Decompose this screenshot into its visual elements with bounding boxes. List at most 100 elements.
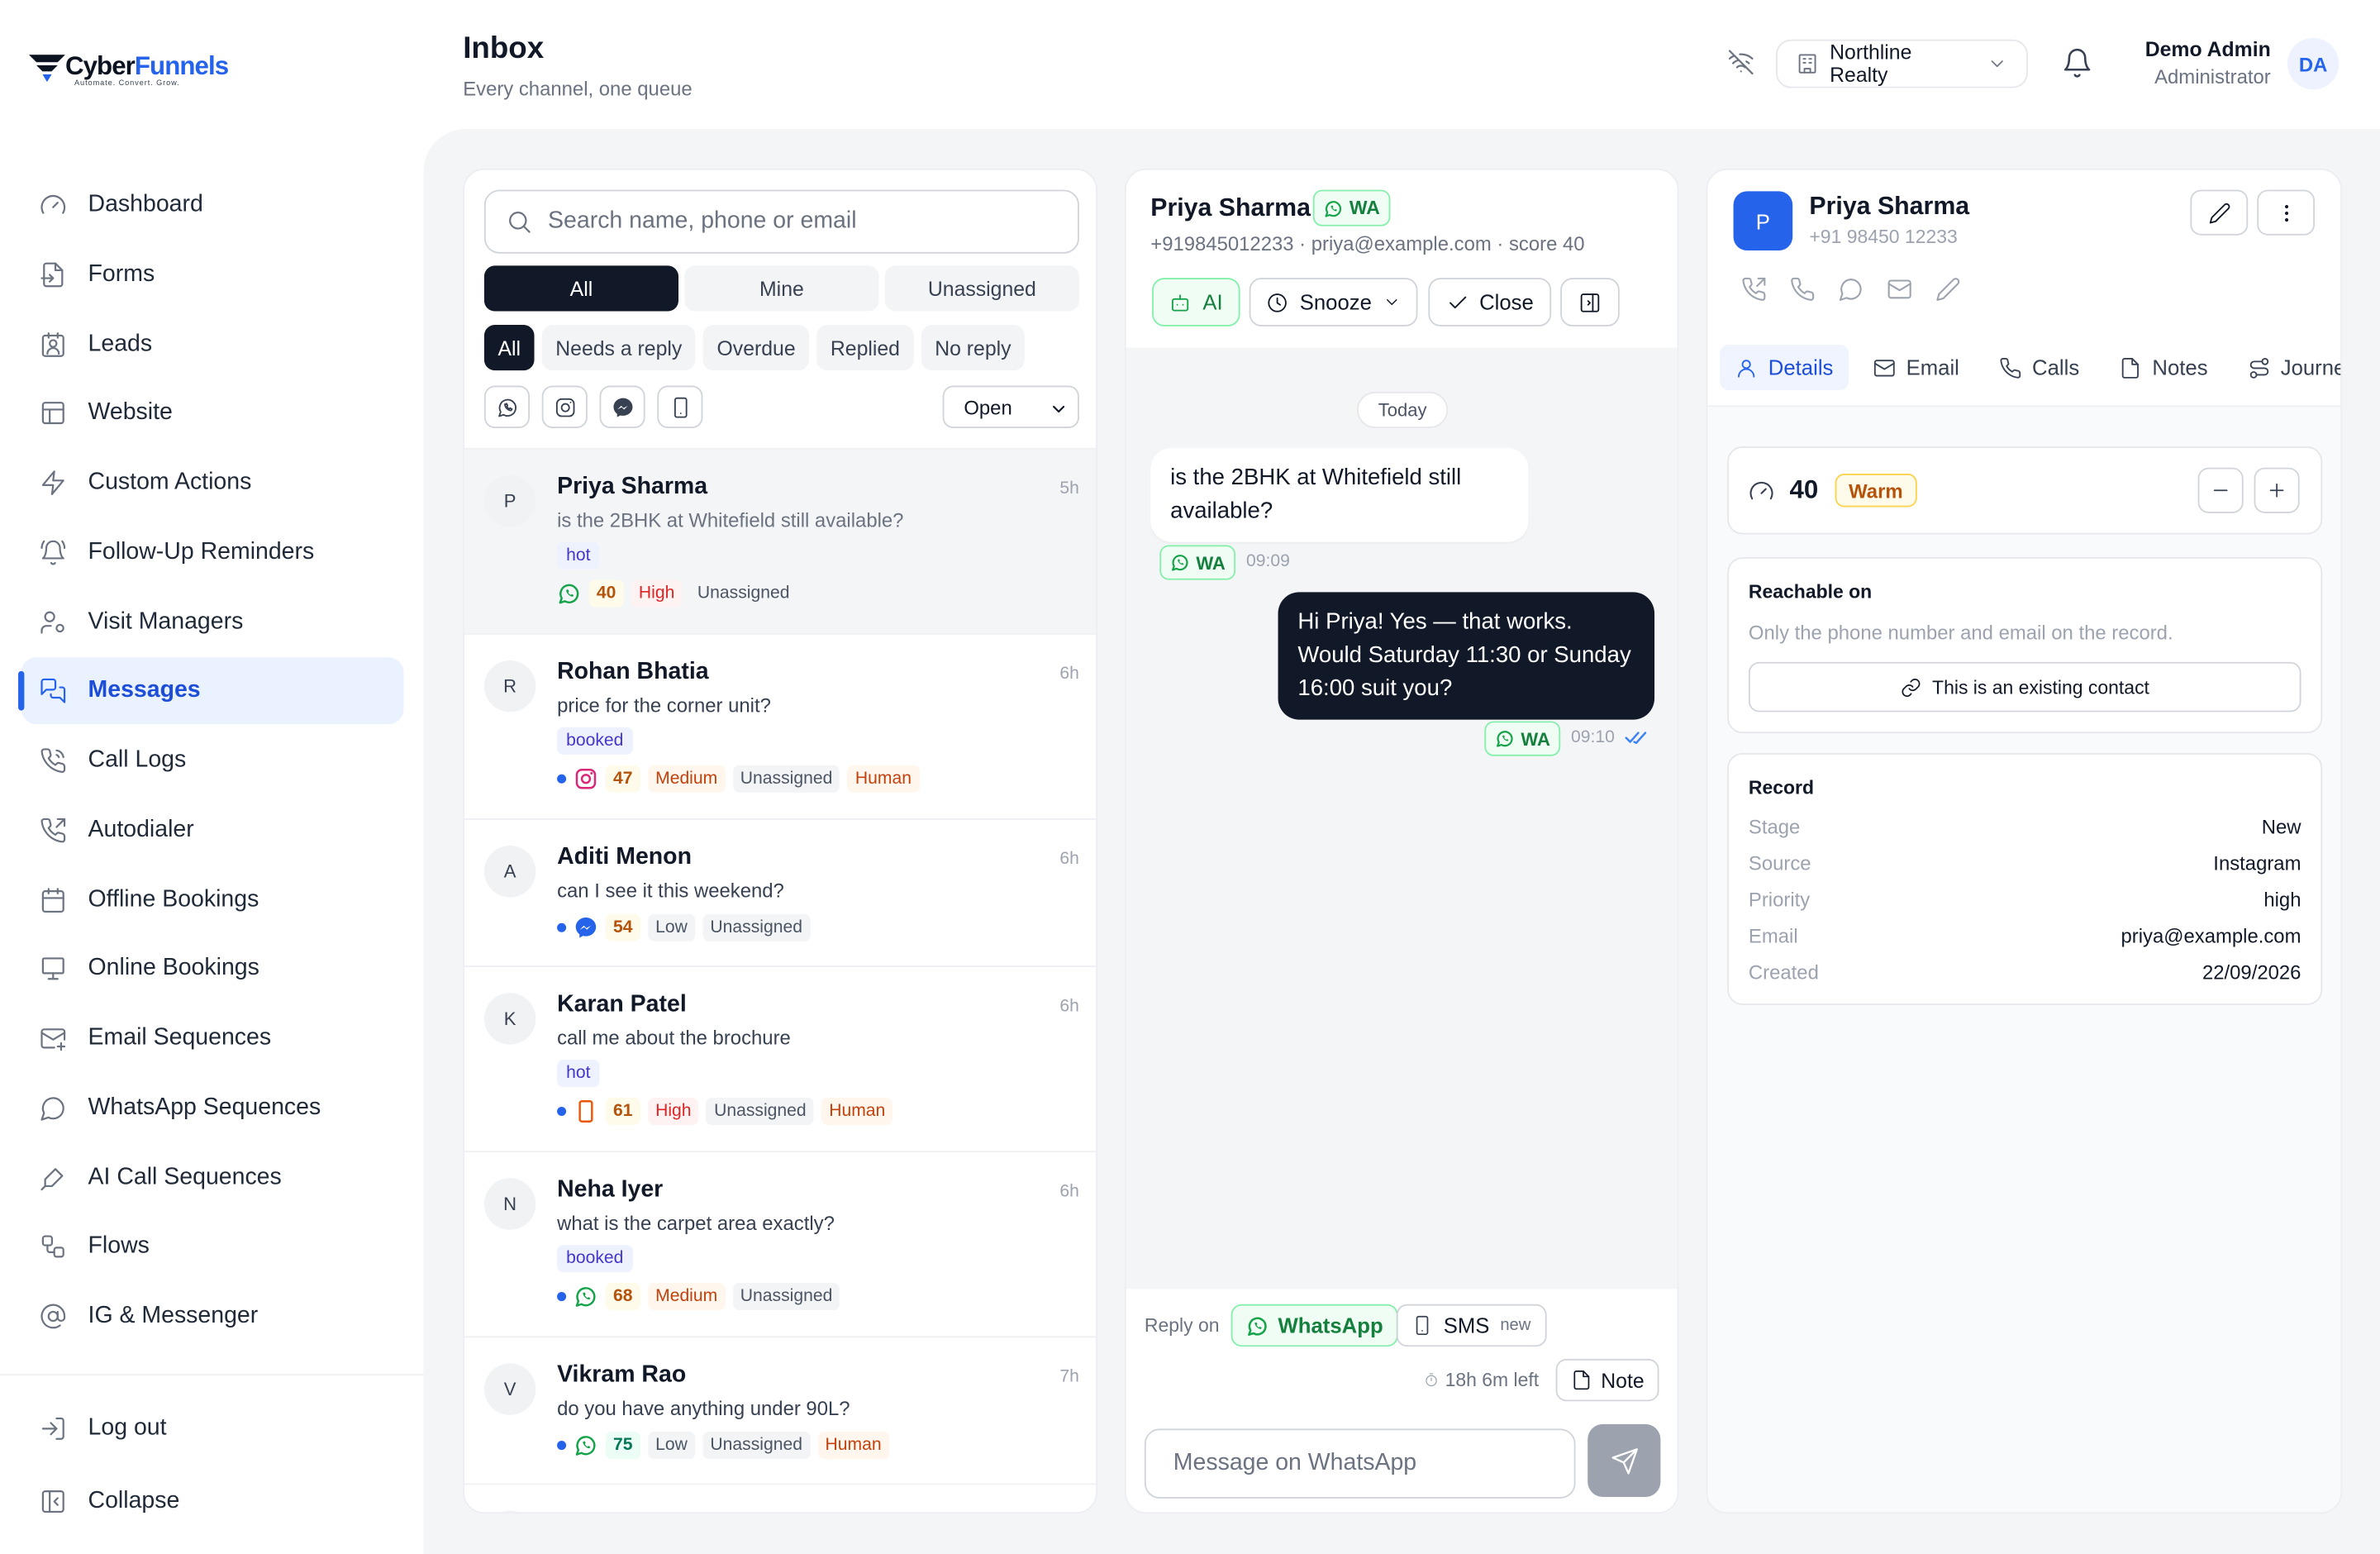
message-input[interactable]: Message on WhatsApp (1144, 1428, 1576, 1499)
user-role: Administrator (2154, 64, 2271, 88)
tab-journey[interactable]: Journey (2232, 345, 2341, 390)
sidebar-item-ai-call-sequences[interactable]: AI Call Sequences (21, 1144, 404, 1211)
reply-channel-whatsapp[interactable]: WhatsApp (1230, 1304, 1399, 1347)
conversation-time: 7h (1059, 1367, 1079, 1386)
conversation-meta: 68 Medium Unassigned (557, 1283, 840, 1311)
user-name: Demo Admin (2144, 37, 2271, 61)
lead-score-card: 40 Warm (1727, 446, 2323, 535)
reachable-card: Reachable on Only the phone number and e… (1727, 557, 2323, 734)
channel-filter-whatsapp[interactable] (483, 385, 531, 428)
reply-channel-sms[interactable]: SMS new (1396, 1304, 1546, 1347)
sidebar-item-whatsapp-sequences[interactable]: WhatsApp Sequences (21, 1075, 404, 1142)
tab-mine[interactable]: Mine (684, 265, 879, 312)
filter-replied[interactable]: Replied (816, 325, 914, 371)
increase-score-button[interactable] (2254, 467, 2300, 513)
sidebar-item-label: Flows (88, 1232, 150, 1260)
message-time: 09:10 (1571, 728, 1615, 747)
sidebar-item-custom-actions[interactable]: Custom Actions (21, 450, 404, 517)
note-button[interactable]: Note (1555, 1358, 1659, 1402)
sidebar-item-call-logs[interactable]: Call Logs (21, 727, 404, 794)
conversation-item[interactable]: P Priya Sharma 5h is the 2BHK at Whitefi… (464, 447, 1097, 633)
filter-needs-reply[interactable]: Needs a reply (541, 325, 696, 371)
chat-bubble-icon[interactable] (1838, 276, 1864, 302)
sidebar-item-offline-bookings[interactable]: Offline Bookings (21, 866, 404, 933)
logout-button[interactable]: Log out (21, 1395, 404, 1462)
conversation-item[interactable]: R Rohan Bhatia 6h price for the corner u… (464, 632, 1097, 818)
toggle-panel-button[interactable] (1560, 278, 1620, 327)
sidebar-item-online-bookings[interactable]: Online Bookings (21, 936, 404, 1003)
conversation-item-partial[interactable] (464, 1483, 1097, 1513)
assignee-badge: Unassigned (697, 584, 790, 603)
tab-notes[interactable]: Notes (2104, 345, 2223, 390)
tab-email[interactable]: Email (1858, 345, 1974, 390)
org-switcher[interactable]: Northline Realty (1775, 39, 2028, 88)
filter-all[interactable]: All (483, 325, 535, 371)
conversation-time: 6h (1059, 665, 1079, 684)
sidebar-item-ig-messenger[interactable]: IG & Messenger (21, 1283, 404, 1350)
tab-unassigned[interactable]: Unassigned (884, 265, 1079, 312)
conversation-item[interactable]: N Neha Iyer 6h what is the carpet area e… (464, 1151, 1097, 1336)
sidebar-item-follow-up-reminders[interactable]: Follow-Up Reminders (21, 519, 404, 586)
record-value: Instagram (2213, 851, 2301, 875)
contact-icon (41, 331, 64, 356)
ai-toggle-button[interactable]: AI (1152, 278, 1240, 327)
snooze-button[interactable]: Snooze (1249, 278, 1418, 327)
sidebar-item-leads[interactable]: Leads (21, 311, 404, 378)
reply-sms-label: SMS (1443, 1313, 1490, 1338)
conversation-item[interactable]: K Karan Patel 6h call me about the broch… (464, 965, 1097, 1151)
filter-no-reply[interactable]: No reply (921, 325, 1026, 371)
record-card: Record Stage New Source Instagram Priority… (1727, 753, 2323, 1005)
plus-icon (2269, 483, 2284, 498)
sidebar-item-flows[interactable]: Flows (21, 1213, 404, 1280)
phone-icon[interactable] (1790, 276, 1816, 302)
channel-filter-sms[interactable] (657, 385, 703, 428)
double-check-icon (1625, 732, 1647, 745)
channel-filter-instagram[interactable] (541, 385, 588, 428)
status-select[interactable]: Open (942, 385, 1079, 428)
whatsapp-icon (497, 398, 516, 417)
assignee-badge: Unassigned (702, 913, 811, 941)
smartphone-icon (674, 396, 687, 417)
filter-overdue[interactable]: Overdue (702, 325, 810, 371)
existing-contact-button[interactable]: This is an existing contact (1748, 661, 2301, 713)
edit-contact-button[interactable] (2190, 189, 2249, 236)
tab-details[interactable]: Details (1720, 344, 1849, 391)
sidebar-item-autodialer[interactable]: Autodialer (21, 797, 404, 864)
tab-calls[interactable]: Calls (1983, 345, 2094, 390)
brand-logo[interactable]: CyberFunnels Automate. Convert. Grow. (28, 51, 229, 88)
tab-all[interactable]: All (483, 265, 679, 312)
conversation-item[interactable]: V Vikram Rao 7h do you have anything und… (464, 1336, 1097, 1483)
conversation-item[interactable]: A Aditi Menon 6h can I see it this weeke… (464, 818, 1097, 965)
sidebar-nav: Dashboard Forms Leads Website Custom Act… (18, 172, 404, 1353)
collapse-button[interactable]: Collapse (21, 1468, 404, 1535)
tab-label: Journey (2280, 355, 2341, 380)
workflow-icon (41, 1235, 64, 1258)
more-options-button[interactable] (2257, 189, 2316, 236)
close-conversation-button[interactable]: Close (1428, 278, 1552, 327)
lead-tag: booked (557, 1245, 633, 1273)
channel-filter-messenger[interactable] (599, 385, 645, 428)
building-icon (1798, 54, 1816, 74)
decrease-score-button[interactable] (2197, 467, 2244, 513)
phone-outgoing-icon[interactable] (1741, 276, 1767, 302)
sidebar-item-email-sequences[interactable]: Email Sequences (21, 1005, 404, 1072)
lead-tag: hot (557, 1060, 600, 1088)
sidebar-item-messages[interactable]: Messages (18, 657, 404, 725)
sidebar-item-visit-managers[interactable]: Visit Managers (21, 589, 404, 655)
phone-icon (40, 748, 66, 773)
sidebar-item-dashboard[interactable]: Dashboard (21, 172, 404, 239)
calendar-icon (41, 887, 64, 913)
last-message: call me about the brochure (557, 1026, 791, 1050)
more-vertical-icon (2284, 204, 2288, 222)
send-button[interactable] (1587, 1423, 1661, 1498)
link-icon (1902, 678, 1921, 697)
sidebar-item-website[interactable]: Website (21, 380, 404, 447)
sidebar-item-forms[interactable]: Forms (21, 241, 404, 308)
notifications-bell-icon[interactable] (2061, 47, 2093, 79)
wifi-off-icon[interactable] (1727, 49, 1754, 76)
pen-icon[interactable] (1935, 276, 1961, 302)
temperature-badge: Warm (1835, 474, 1917, 508)
search-input[interactable]: Search name, phone or email (483, 189, 1079, 254)
user-avatar[interactable]: DA (2287, 37, 2340, 90)
mail-icon[interactable] (1887, 276, 1912, 302)
